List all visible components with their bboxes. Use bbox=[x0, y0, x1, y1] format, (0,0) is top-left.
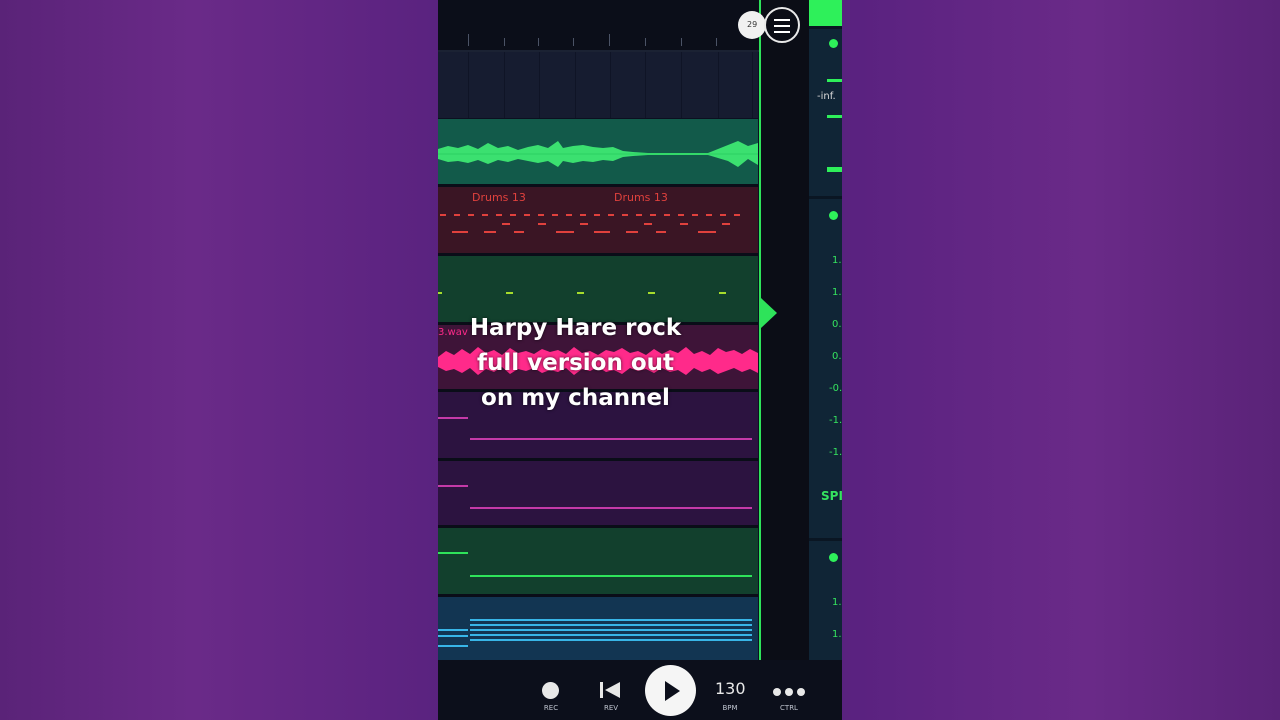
note bbox=[506, 292, 513, 294]
caption-line: full version out bbox=[476, 350, 675, 376]
ruler-tick bbox=[716, 38, 717, 46]
eq-value: 1. bbox=[832, 287, 842, 298]
menu-button[interactable] bbox=[764, 7, 800, 43]
level-marker bbox=[827, 167, 842, 172]
record-button[interactable] bbox=[542, 682, 559, 699]
note bbox=[470, 639, 752, 641]
note bbox=[438, 645, 468, 647]
eq-value: 0. bbox=[832, 351, 842, 362]
eq-value: 1. bbox=[832, 597, 842, 608]
bpm-value[interactable]: 130 bbox=[715, 679, 746, 698]
video-caption: Harpy Hare rock full version out on my c… bbox=[468, 311, 683, 416]
note bbox=[470, 629, 752, 631]
ruler-tick bbox=[681, 38, 682, 46]
mixer-led[interactable] bbox=[829, 39, 838, 48]
note bbox=[470, 624, 752, 626]
caption-line: on my channel bbox=[481, 385, 670, 411]
note bbox=[438, 629, 468, 631]
mixer-section-1: -inf. bbox=[809, 26, 842, 197]
mixer-strip[interactable]: -inf. 1. 1. 0. 0. -0. -1. -1. SPI 1. 1. bbox=[809, 0, 842, 663]
drum-pattern bbox=[440, 214, 740, 233]
ruler-tick bbox=[645, 38, 646, 46]
playhead-marker-icon[interactable] bbox=[761, 298, 777, 328]
level-marker bbox=[827, 79, 842, 82]
note bbox=[719, 292, 726, 294]
note bbox=[577, 292, 584, 294]
note bbox=[438, 485, 468, 487]
eq-value: -0. bbox=[829, 383, 842, 394]
eq-value: -1. bbox=[829, 415, 842, 426]
eq-value: 1. bbox=[832, 255, 842, 266]
note bbox=[470, 619, 752, 621]
rewind-button[interactable] bbox=[598, 680, 622, 700]
ctrl-label: CTRL bbox=[780, 704, 798, 712]
note bbox=[438, 552, 468, 554]
eq-value: 1. bbox=[832, 629, 842, 640]
ruler-tick bbox=[538, 38, 539, 46]
timeline-ruler[interactable] bbox=[438, 0, 761, 52]
ruler-tick bbox=[609, 34, 610, 46]
more-icon bbox=[773, 688, 805, 696]
volume-readout: -inf. bbox=[817, 91, 836, 102]
empty-track[interactable] bbox=[438, 52, 758, 118]
ruler-tick bbox=[504, 38, 505, 46]
track-green-audio[interactable] bbox=[438, 119, 758, 184]
caption-line: Harpy Hare rock bbox=[469, 315, 682, 341]
play-icon bbox=[665, 681, 680, 701]
more-button[interactable] bbox=[772, 683, 806, 696]
track-midi-3[interactable] bbox=[438, 528, 758, 594]
spread-label: SPI bbox=[821, 489, 842, 503]
play-button[interactable] bbox=[645, 665, 696, 716]
mixer-led[interactable] bbox=[829, 211, 838, 220]
mixer-section-2: 1. 1. 0. 0. -0. -1. -1. SPI bbox=[809, 196, 842, 539]
note bbox=[470, 438, 752, 440]
bpm-label: BPM bbox=[722, 704, 738, 712]
track-drums[interactable]: Drums 13 Drums 13 bbox=[438, 187, 758, 253]
rewind-icon bbox=[600, 682, 620, 698]
record-label: REC bbox=[543, 704, 559, 712]
level-marker bbox=[827, 115, 842, 118]
note bbox=[438, 417, 468, 419]
note bbox=[648, 292, 655, 294]
track-midi-2[interactable] bbox=[438, 461, 758, 525]
rewind-label: REV bbox=[603, 704, 619, 712]
mixer-top-indicator[interactable] bbox=[809, 0, 842, 26]
note bbox=[438, 635, 468, 637]
note bbox=[438, 292, 442, 294]
mixer-section-3: 1. 1. bbox=[809, 538, 842, 663]
note bbox=[470, 575, 752, 577]
ruler-tick bbox=[573, 38, 574, 46]
note bbox=[470, 507, 752, 509]
note bbox=[470, 634, 752, 636]
eq-value: -1. bbox=[829, 447, 842, 458]
eq-value: 0. bbox=[832, 319, 842, 330]
transport-bar: REC REV 130 BPM CTRL bbox=[438, 660, 842, 720]
mixer-led[interactable] bbox=[829, 553, 838, 562]
ruler-tick bbox=[468, 34, 469, 46]
green-waveform bbox=[438, 141, 758, 167]
track-midi-4[interactable] bbox=[438, 597, 758, 660]
track-count-badge: 29 bbox=[738, 11, 766, 39]
playhead[interactable] bbox=[759, 0, 761, 660]
